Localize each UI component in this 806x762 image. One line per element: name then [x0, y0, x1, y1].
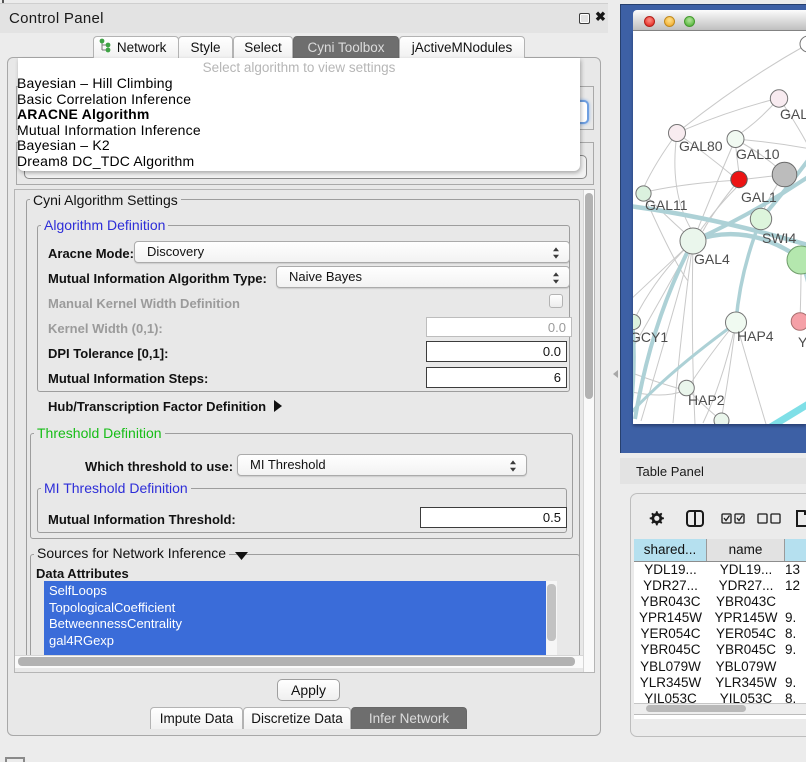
svg-text:GAL4: GAL4 — [694, 251, 730, 267]
svg-text:SWI4: SWI4 — [762, 230, 796, 246]
svg-text:GAL11: GAL11 — [645, 197, 688, 213]
svg-text:GAL10: GAL10 — [736, 146, 780, 162]
svg-text:GAL80: GAL80 — [679, 138, 723, 154]
svg-text:GAL1: GAL1 — [741, 189, 777, 205]
svg-text:GAL2: GAL2 — [780, 106, 806, 122]
svg-text:HAP4: HAP4 — [737, 328, 774, 344]
svg-text:HAP2: HAP2 — [688, 392, 725, 408]
svg-text:YJ: YJ — [798, 334, 806, 350]
svg-text:GCY1: GCY1 — [633, 329, 668, 345]
